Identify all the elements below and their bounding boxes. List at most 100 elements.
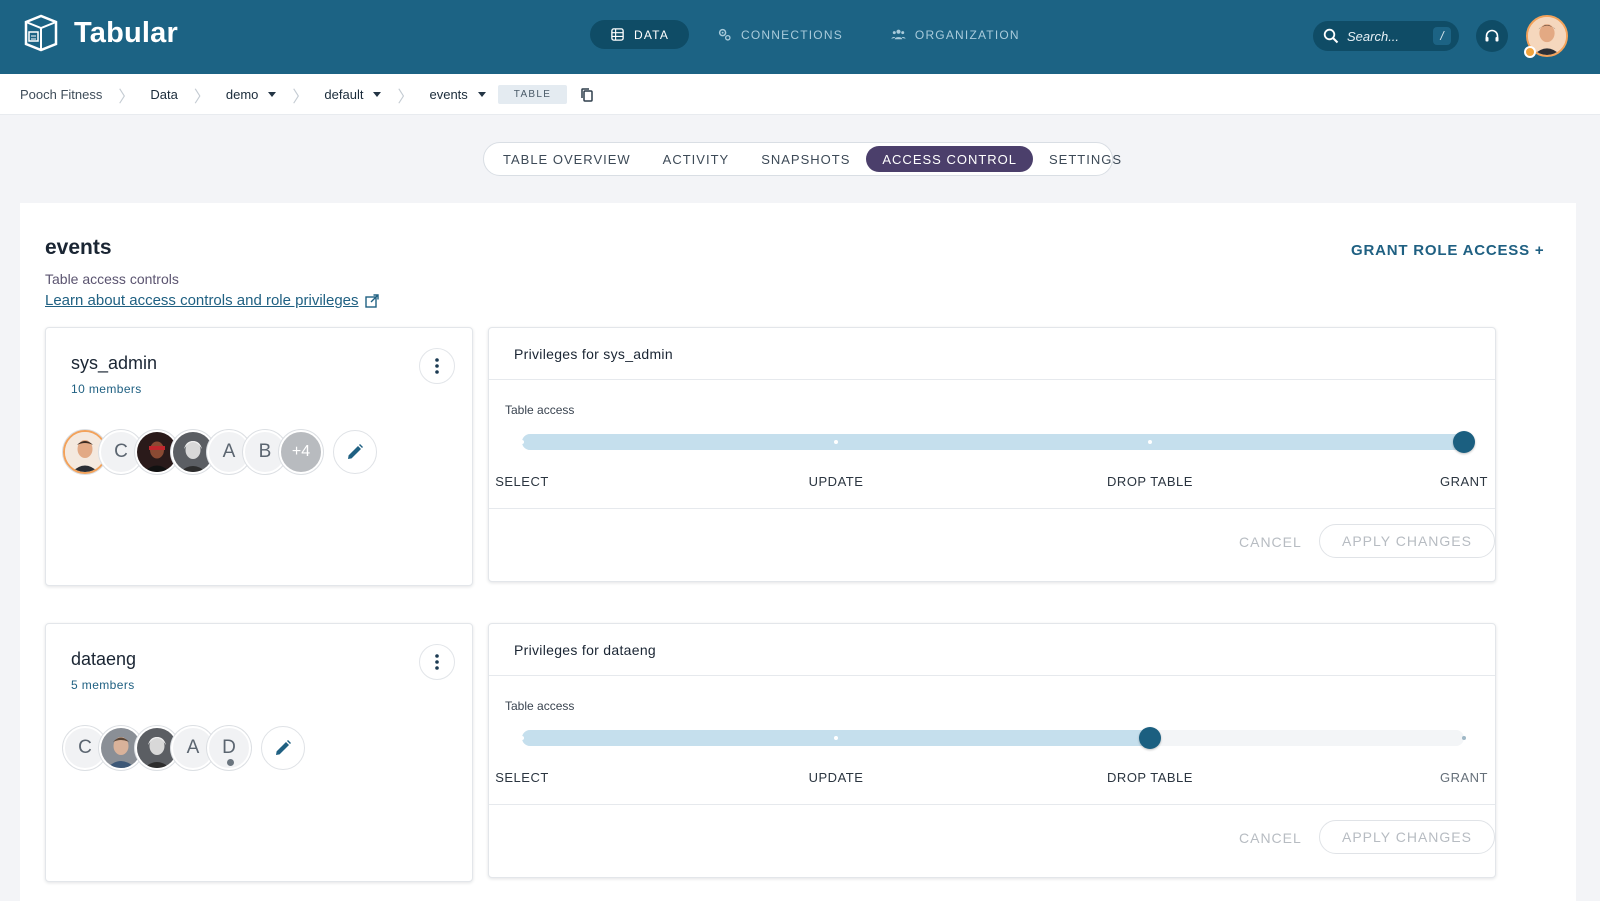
nav-connections-label: CONNECTIONS: [741, 27, 843, 42]
headset-icon: [1485, 29, 1499, 42]
search-shortcut-hint: /: [1433, 27, 1451, 45]
access-control-panel: events Table access controls Learn about…: [20, 203, 1576, 901]
role-name: sys_admin: [71, 353, 158, 373]
breadcrumb-bar: Pooch Fitness 〉 Data 〉 demo 〉 default 〉 …: [0, 74, 1600, 115]
more-members-badge[interactable]: +4: [279, 430, 323, 474]
member-avatar[interactable]: D: [207, 726, 251, 770]
nav-organization[interactable]: ORGANIZATION: [871, 20, 1040, 49]
app-name: Tabular: [74, 16, 178, 49]
breadcrumb-warehouse[interactable]: demo: [226, 87, 277, 102]
level-update[interactable]: UPDATE: [809, 474, 864, 489]
edit-members-button[interactable]: [261, 726, 305, 770]
level-grant[interactable]: GRANT: [1440, 770, 1488, 785]
caret-down-icon: [477, 92, 486, 97]
page-subtitle: Table access controls: [45, 271, 179, 287]
logo-icon: [24, 14, 58, 52]
tab-access-control[interactable]: ACCESS CONTROL: [866, 146, 1034, 172]
slider-stop: [520, 736, 524, 740]
breadcrumb: Pooch Fitness 〉 Data 〉 demo 〉 default 〉 …: [20, 74, 595, 115]
level-drop-table[interactable]: DROP TABLE: [1107, 770, 1193, 785]
breadcrumb-chevron-icon: 〉: [292, 88, 309, 106]
learn-link-label: Learn about access controls and role pri…: [45, 292, 359, 309]
nav-connections[interactable]: CONNECTIONS: [697, 20, 863, 49]
apply-changes-button[interactable]: APPLY CHANGES: [1319, 820, 1495, 854]
app-bar: Tabular DATA CONNECTIONS ORGANIZATION /: [0, 0, 1600, 74]
role-menu-button[interactable]: [419, 644, 455, 680]
search-input[interactable]: [1347, 28, 1427, 44]
level-select[interactable]: SELECT: [495, 770, 549, 785]
breadcrumb-chevron-icon: 〉: [118, 88, 135, 106]
privileges-divider: [489, 804, 1495, 805]
slider-stop: [1147, 440, 1152, 444]
breadcrumb-database[interactable]: default: [324, 87, 382, 102]
role-member-count: 5 members: [71, 678, 135, 692]
grant-role-access-button[interactable]: GRANT ROLE ACCESS +: [1351, 242, 1544, 259]
learn-access-controls-link[interactable]: Learn about access controls and role pri…: [45, 292, 379, 309]
slider-stop: [833, 440, 838, 444]
app-logo[interactable]: Tabular: [20, 14, 178, 52]
privileges-card-sys-admin: Privileges for sys_admin Table access SE…: [488, 327, 1496, 582]
table-access-label: Table access: [505, 403, 575, 417]
role-name: dataeng: [71, 649, 137, 669]
tab-settings[interactable]: SETTINGS: [1033, 146, 1138, 172]
table-type-badge: TABLE: [497, 85, 568, 104]
slider-thumb[interactable]: [1138, 727, 1161, 749]
table-access-label: Table access: [505, 699, 575, 713]
cancel-button[interactable]: CANCEL: [1239, 830, 1302, 846]
user-status-badge: [1524, 46, 1536, 58]
privileges-title: Privileges for sys_admin: [514, 346, 673, 362]
nav-data-label: DATA: [634, 27, 670, 42]
privileges-divider: [489, 508, 1495, 509]
member-avatars: C A D: [63, 726, 305, 770]
more-vertical-icon: [435, 654, 439, 670]
table-access-slider[interactable]: [520, 727, 1466, 749]
breadcrumb-table[interactable]: events: [429, 87, 486, 102]
tab-snapshots[interactable]: SNAPSHOTS: [745, 146, 866, 172]
breadcrumb-chevron-icon: 〉: [193, 88, 210, 106]
breadcrumb-chevron-icon: 〉: [397, 88, 414, 106]
external-link-icon: [364, 293, 379, 308]
breadcrumb-warehouse-label: demo: [225, 87, 259, 102]
role-menu-button[interactable]: [419, 348, 455, 384]
pencil-icon: [276, 740, 291, 755]
people-icon: [891, 29, 906, 40]
nav-data[interactable]: DATA: [590, 20, 690, 49]
level-update[interactable]: UPDATE: [809, 770, 864, 785]
slider-thumb[interactable]: [1453, 431, 1475, 453]
table-access-slider[interactable]: [520, 431, 1475, 453]
role-member-count: 10 members: [71, 382, 142, 396]
search-box[interactable]: /: [1313, 21, 1459, 51]
cancel-button[interactable]: CANCEL: [1239, 534, 1302, 550]
privileges-header: Privileges for dataeng: [489, 624, 1495, 676]
level-grant[interactable]: GRANT: [1440, 474, 1488, 489]
privileges-card-dataeng: Privileges for dataeng Table access SELE…: [488, 623, 1496, 878]
privileges-title: Privileges for dataeng: [514, 642, 657, 658]
search-icon: [1323, 28, 1339, 44]
edit-members-button[interactable]: [333, 430, 377, 474]
level-drop-table[interactable]: DROP TABLE: [1107, 474, 1193, 489]
slider-stop: [520, 440, 524, 444]
main-nav: DATA CONNECTIONS ORGANIZATION: [590, 20, 1040, 49]
caret-down-icon: [373, 92, 382, 97]
tab-activity[interactable]: ACTIVITY: [647, 146, 746, 172]
breadcrumb-org[interactable]: Pooch Fitness: [20, 87, 102, 102]
copy-icon[interactable]: [579, 87, 595, 103]
apply-changes-button[interactable]: APPLY CHANGES: [1319, 524, 1495, 558]
member-status-dot: [227, 759, 234, 766]
slider-stop: [1462, 736, 1466, 740]
slider-stop: [833, 736, 838, 740]
level-select[interactable]: SELECT: [495, 474, 549, 489]
slider-track: [522, 434, 1464, 450]
breadcrumb-data[interactable]: Data: [150, 87, 177, 102]
breadcrumb-table-label: events: [429, 87, 468, 102]
role-card-dataeng: dataeng 5 members C A D: [45, 623, 473, 882]
role-card-sys-admin: sys_admin 10 members C A B +4: [45, 327, 473, 586]
more-vertical-icon: [435, 358, 439, 374]
privileges-header: Privileges for sys_admin: [489, 328, 1495, 380]
pencil-icon: [348, 444, 363, 459]
caret-down-icon: [268, 92, 277, 97]
tab-table-overview[interactable]: TABLE OVERVIEW: [487, 146, 647, 172]
nav-organization-label: ORGANIZATION: [914, 27, 1020, 42]
support-button[interactable]: [1476, 20, 1508, 52]
breadcrumb-database-label: default: [324, 87, 364, 102]
